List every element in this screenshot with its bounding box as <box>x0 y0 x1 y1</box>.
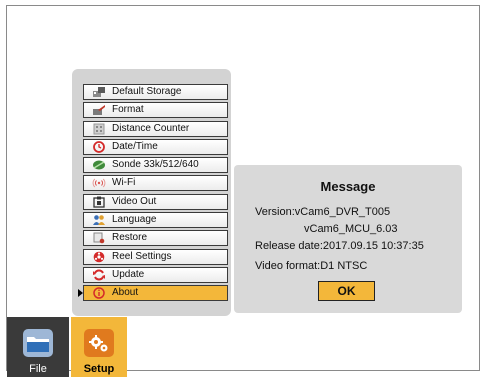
video-out-icon <box>92 196 106 208</box>
language-icon <box>92 214 106 226</box>
gear-icon <box>83 328 115 358</box>
menu-item-default-storage[interactable]: Default Storage <box>83 84 228 100</box>
menu-item-label: Format <box>112 104 144 116</box>
settings-menu: Default Storage Format Distance Counter … <box>78 84 228 304</box>
mcu-version-text: vCam6_MCU_6.03 <box>304 223 398 235</box>
menu-item-label: Distance Counter <box>112 122 190 134</box>
dialog-title: Message <box>320 179 376 194</box>
menu-item-wifi[interactable]: Wi-Fi <box>83 175 228 192</box>
info-icon <box>92 287 106 300</box>
menu-item-label: Restore <box>112 232 148 244</box>
counter-icon <box>92 123 106 135</box>
folder-icon <box>22 328 54 358</box>
restore-icon <box>92 232 106 244</box>
ok-button[interactable]: OK <box>318 281 375 301</box>
menu-item-label: Sonde 33k/512/640 <box>112 159 199 171</box>
menu-item-sonde[interactable]: Sonde 33k/512/640 <box>83 157 228 174</box>
reel-icon <box>92 251 106 263</box>
menu-item-format[interactable]: Format <box>83 102 228 119</box>
menu-item-date-time[interactable]: Date/Time <box>83 138 228 155</box>
file-tab[interactable]: File <box>7 317 69 377</box>
menu-item-label: Update <box>112 268 145 280</box>
menu-item-label: Date/Time <box>112 140 158 152</box>
menu-item-label: Video Out <box>112 195 157 207</box>
menu-item-update[interactable]: Update <box>83 266 228 283</box>
menu-item-distance-counter[interactable]: Distance Counter <box>83 120 228 137</box>
menu-item-label: Wi-Fi <box>112 177 136 189</box>
menu-item-restore[interactable]: Restore <box>83 230 228 247</box>
video-format-text: Video format:D1 NTSC <box>255 260 368 272</box>
clock-icon <box>92 140 106 153</box>
menu-item-about[interactable]: About <box>78 285 228 302</box>
selection-arrow-icon <box>78 289 83 298</box>
menu-item-label: About <box>112 287 139 299</box>
menu-item-label: Default Storage <box>112 86 182 97</box>
setup-tab-label: Setup <box>83 363 115 375</box>
menu-item-language[interactable]: Language <box>83 212 228 229</box>
menu-item-reel-settings[interactable]: Reel Settings <box>83 248 228 265</box>
menu-item-label: Reel Settings <box>112 250 172 262</box>
sonde-icon <box>92 159 106 171</box>
setup-tab[interactable]: Setup <box>71 317 127 377</box>
menu-item-video-out[interactable]: Video Out <box>83 193 228 210</box>
release-date-text: Release date:2017.09.15 10:37:35 <box>255 240 424 252</box>
message-dialog: Message Version:vCam6_DVR_T005 vCam6_MCU… <box>234 165 462 313</box>
file-tab-label: File <box>29 363 47 375</box>
menu-item-label: Language <box>112 214 157 226</box>
format-icon <box>92 104 106 116</box>
storage-icon <box>92 86 106 98</box>
update-icon <box>92 269 106 281</box>
wifi-icon <box>92 177 106 189</box>
version-text: Version:vCam6_DVR_T005 <box>255 206 391 218</box>
